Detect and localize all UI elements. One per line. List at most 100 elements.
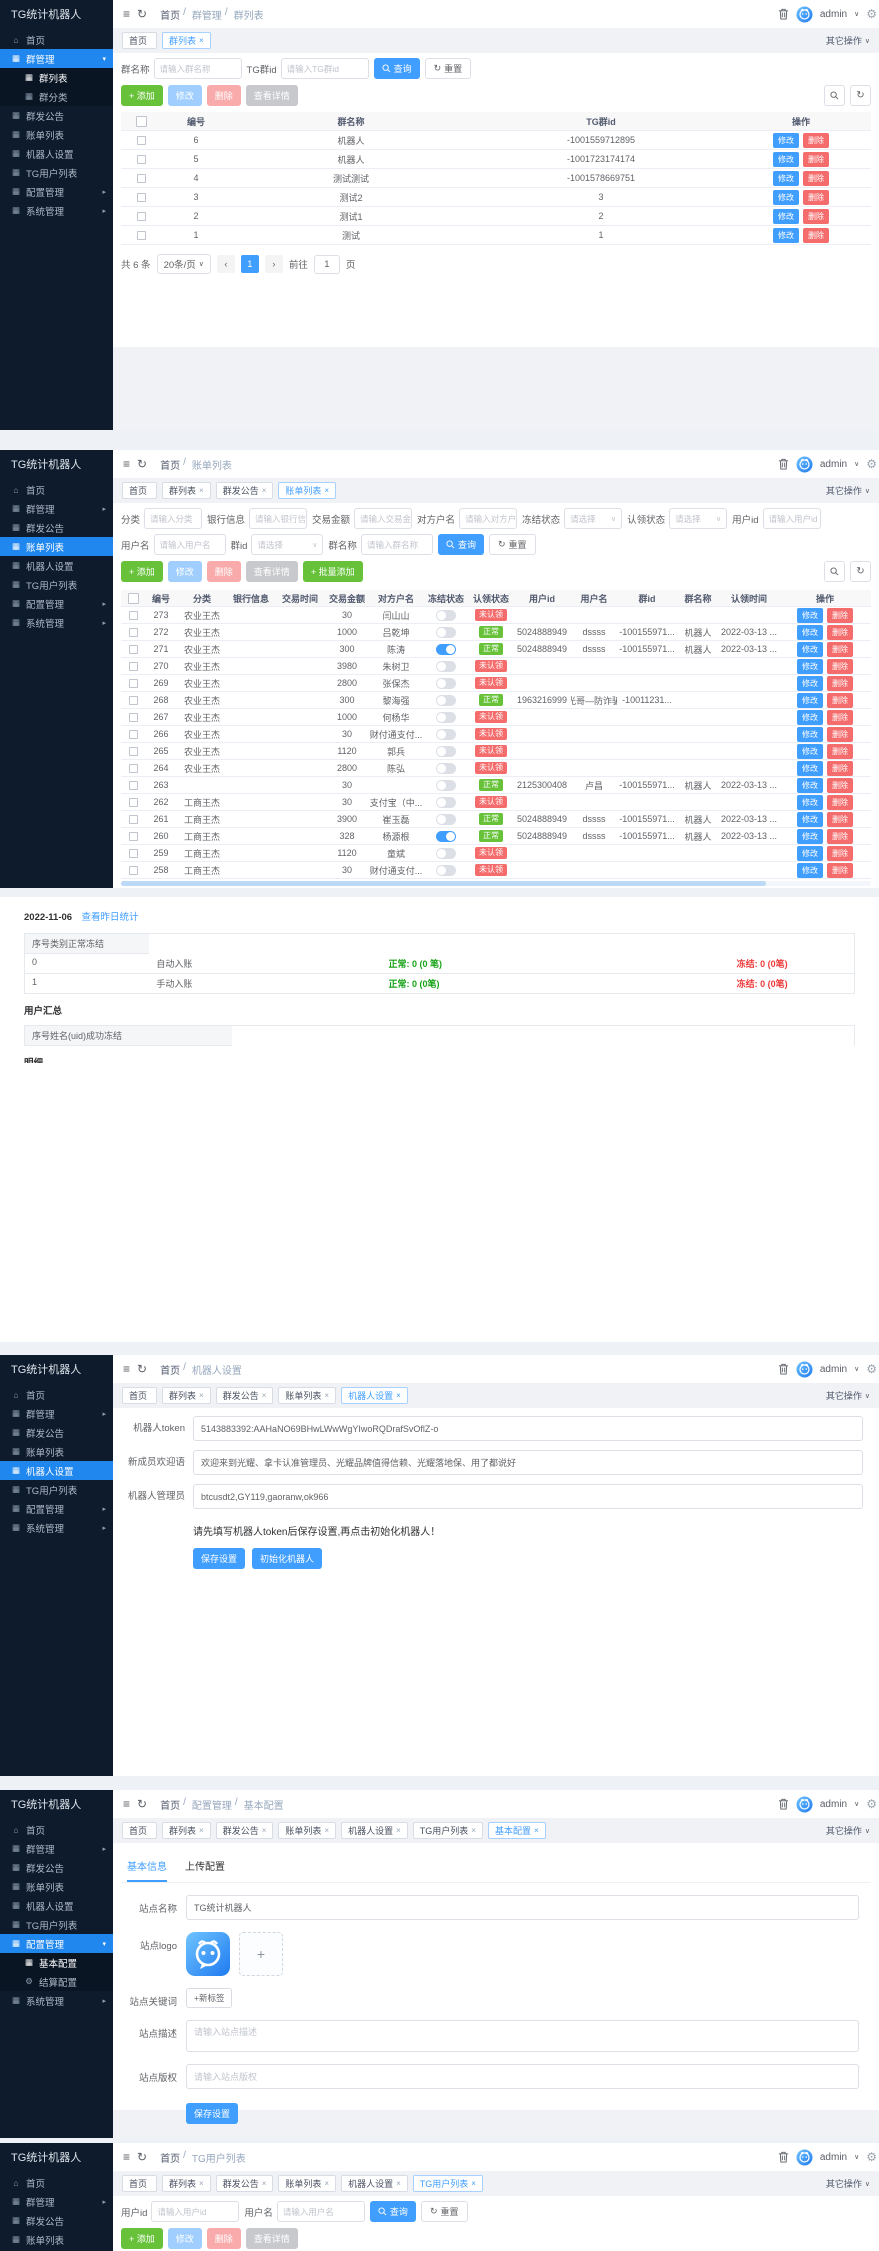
- table-search-icon[interactable]: [824, 561, 845, 582]
- close-icon[interactable]: ×: [262, 2179, 267, 2188]
- breadcrumb-item[interactable]: 首页: [160, 7, 180, 22]
- filter-input[interactable]: 请输入银行信息∨: [249, 508, 307, 529]
- breadcrumb-item[interactable]: 配置管理: [192, 1797, 232, 1812]
- row-delete-button[interactable]: 删除: [827, 829, 853, 844]
- close-icon[interactable]: ×: [324, 1826, 329, 1835]
- row-edit-button[interactable]: 修改: [773, 190, 799, 205]
- page-tab[interactable]: 账单列表×: [278, 1387, 336, 1404]
- filter-input[interactable]: 请输入群名称∨: [154, 58, 242, 79]
- menu-toggle-icon[interactable]: ≡: [123, 458, 130, 470]
- reset-button[interactable]: ↻重置: [421, 2201, 468, 2222]
- freeze-toggle[interactable]: [436, 848, 456, 859]
- row-delete-button[interactable]: 删除: [803, 133, 829, 148]
- avatar[interactable]: [796, 1796, 813, 1813]
- site-description-textarea[interactable]: [186, 2020, 859, 2052]
- init-robot-button[interactable]: 初始化机器人: [252, 1548, 322, 1569]
- row-delete-button[interactable]: 删除: [827, 608, 853, 623]
- sidebar-item[interactable]: ▦ 账单列表: [0, 1877, 113, 1896]
- row-edit-button[interactable]: 修改: [797, 608, 823, 623]
- settings-icon[interactable]: ⚙: [866, 1797, 877, 1811]
- row-delete-button[interactable]: 删除: [803, 228, 829, 243]
- close-icon[interactable]: ×: [534, 1826, 539, 1835]
- refresh-icon[interactable]: ↻: [137, 1363, 147, 1375]
- trash-icon[interactable]: [778, 458, 789, 470]
- row-edit-button[interactable]: 修改: [797, 778, 823, 793]
- row-edit-button[interactable]: 修改: [773, 171, 799, 186]
- freeze-toggle[interactable]: [436, 831, 456, 842]
- sidebar-item[interactable]: ▦ 群分类: [0, 87, 113, 106]
- close-icon[interactable]: ×: [262, 1391, 267, 1400]
- sidebar-item[interactable]: ⌂ 首页: [0, 30, 113, 49]
- row-edit-button[interactable]: 修改: [773, 152, 799, 167]
- close-icon[interactable]: ×: [199, 1826, 204, 1835]
- freeze-toggle[interactable]: [436, 678, 456, 689]
- freeze-toggle[interactable]: [436, 712, 456, 723]
- row-checkbox[interactable]: [129, 781, 138, 790]
- row-edit-button[interactable]: 修改: [797, 659, 823, 674]
- sidebar-item[interactable]: ▦ 群管理 ▸: [0, 1839, 113, 1858]
- edit-button[interactable]: 修改: [168, 85, 202, 106]
- sidebar-item[interactable]: ▦ 群发公告: [0, 518, 113, 537]
- sidebar-item[interactable]: ▦ 群管理 ▾: [0, 49, 113, 68]
- delete-button[interactable]: 删除: [207, 561, 241, 582]
- freeze-toggle[interactable]: [436, 644, 456, 655]
- view-detail-button[interactable]: 查看详情: [246, 561, 298, 582]
- sidebar-item[interactable]: ▦ 机器人设置: [0, 1461, 113, 1480]
- sidebar-item[interactable]: ⚙ 结算配置: [0, 1972, 113, 1991]
- robot-token-input[interactable]: [193, 1416, 863, 1441]
- trash-icon[interactable]: [778, 1363, 789, 1375]
- row-edit-button[interactable]: 修改: [797, 761, 823, 776]
- user-menu[interactable]: admin: [820, 1364, 847, 1375]
- page-tab[interactable]: 群列表×: [162, 32, 211, 49]
- settings-icon[interactable]: ⚙: [866, 2150, 877, 2164]
- sidebar-item[interactable]: ▦ 群发公告: [0, 2211, 113, 2230]
- row-delete-button[interactable]: 删除: [827, 795, 853, 810]
- settings-icon[interactable]: ⚙: [866, 457, 877, 471]
- site-copyright-input[interactable]: [186, 2064, 859, 2089]
- breadcrumb-item[interactable]: TG用户列表: [192, 2150, 246, 2165]
- sidebar-item[interactable]: ▦ 群管理 ▸: [0, 2192, 113, 2211]
- row-checkbox[interactable]: [129, 866, 138, 875]
- row-delete-button[interactable]: 删除: [827, 761, 853, 776]
- row-delete-button[interactable]: 删除: [827, 778, 853, 793]
- row-checkbox[interactable]: [137, 212, 146, 221]
- page-number[interactable]: 1: [241, 255, 259, 273]
- page-tab[interactable]: 账单列表×: [278, 2175, 336, 2192]
- page-tab[interactable]: 账单列表×: [278, 1822, 336, 1839]
- close-icon[interactable]: ×: [262, 486, 267, 495]
- sidebar-item[interactable]: ▦ 配置管理 ▾: [0, 1934, 113, 1953]
- page-tab[interactable]: 群列表×: [162, 482, 211, 499]
- close-icon[interactable]: ×: [199, 1391, 204, 1400]
- filter-input[interactable]: 请输入群名称∨: [361, 534, 433, 555]
- row-edit-button[interactable]: 修改: [797, 710, 823, 725]
- sidebar-item[interactable]: ▦ TG用户列表: [0, 1915, 113, 1934]
- search-button[interactable]: 查询: [438, 534, 484, 555]
- add-button[interactable]: + 添加: [121, 2228, 163, 2249]
- freeze-toggle[interactable]: [436, 729, 456, 740]
- freeze-toggle[interactable]: [436, 746, 456, 757]
- breadcrumb-item[interactable]: 账单列表: [192, 457, 232, 472]
- sidebar-item[interactable]: ▦ 群列表: [0, 68, 113, 87]
- table-refresh-icon[interactable]: ↻: [850, 561, 871, 582]
- sidebar-item[interactable]: ▦ 账单列表: [0, 2230, 113, 2249]
- row-edit-button[interactable]: 修改: [773, 209, 799, 224]
- page-tab[interactable]: 群列表×: [162, 1387, 211, 1404]
- site-name-input[interactable]: [186, 1895, 859, 1920]
- page-tab[interactable]: 群发公告×: [216, 482, 274, 499]
- sidebar-item[interactable]: ▦ 基本配置: [0, 1953, 113, 1972]
- row-checkbox[interactable]: [137, 136, 146, 145]
- sidebar-item[interactable]: ▦ 机器人设置: [0, 144, 113, 163]
- sidebar-item[interactable]: ⌂ 首页: [0, 1385, 113, 1404]
- filter-input[interactable]: 请输入用户id∨: [151, 2201, 239, 2222]
- reset-button[interactable]: ↻重置: [425, 58, 472, 79]
- trash-icon[interactable]: [778, 1798, 789, 1810]
- sidebar-item[interactable]: ▦ 配置管理 ▸: [0, 182, 113, 201]
- page-tab[interactable]: TG用户列表×: [413, 1822, 483, 1839]
- sidebar-item[interactable]: ▦ 群发公告: [0, 106, 113, 125]
- avatar[interactable]: [796, 456, 813, 473]
- breadcrumb-item[interactable]: 首页: [160, 457, 180, 472]
- user-menu[interactable]: admin: [820, 1799, 847, 1810]
- sidebar-item[interactable]: ⌂ 首页: [0, 480, 113, 499]
- close-icon[interactable]: ×: [396, 1826, 401, 1835]
- page-tab[interactable]: 基本配置×: [488, 1822, 546, 1839]
